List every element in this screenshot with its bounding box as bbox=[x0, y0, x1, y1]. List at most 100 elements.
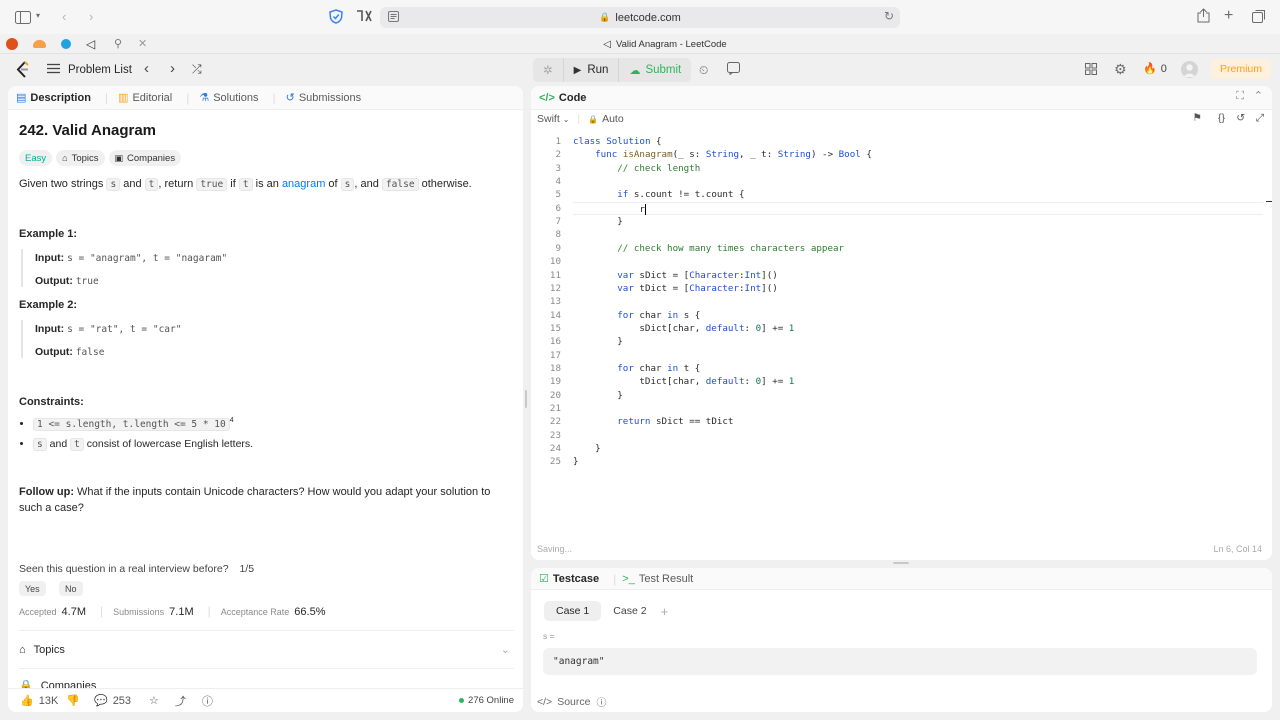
problem-title[interactable]: 242. Valid Anagram bbox=[19, 122, 514, 139]
code-line[interactable]: if s.count != t.count { bbox=[573, 188, 744, 201]
seen-count: 1/5 bbox=[239, 562, 255, 575]
bookmark-icon[interactable]: ⚑ bbox=[1193, 112, 1202, 124]
active-tab[interactable]: ◁ Valid Anagram - LeetCode bbox=[540, 37, 790, 51]
reset-icon[interactable]: ↺ bbox=[1236, 112, 1245, 124]
collapse-icon[interactable]: ⌃ bbox=[1254, 89, 1263, 102]
anagram-link[interactable]: anagram bbox=[282, 178, 325, 190]
settings-gear-icon[interactable]: ⚙ bbox=[1114, 61, 1127, 78]
expand-code-icon[interactable]: ⤢ bbox=[1256, 112, 1264, 125]
follow-up-label: Follow up: bbox=[19, 485, 74, 498]
reader-icon[interactable] bbox=[388, 11, 399, 25]
star-icon[interactable]: ☆ bbox=[149, 694, 159, 707]
help-icon[interactable]: ⓘ bbox=[202, 693, 213, 709]
code-line[interactable]: var tDict = [Character:Int]() bbox=[573, 282, 778, 295]
add-case-icon[interactable]: + bbox=[661, 604, 669, 619]
source-link[interactable]: </> Source ⓘ bbox=[537, 694, 606, 710]
mic-favicon-icon[interactable]: ⚲ bbox=[114, 37, 122, 50]
tab-description[interactable]: ▤ Description bbox=[16, 91, 91, 105]
accepted-value: 4.7M bbox=[61, 606, 86, 618]
reload-icon[interactable]: ↻ bbox=[884, 9, 894, 23]
tab-submissions[interactable]: ↺ Submissions bbox=[286, 91, 362, 105]
code-line[interactable]: var sDict = [Character:Int]() bbox=[573, 269, 778, 282]
problem-stats: Accepted 4.7M | Submissions 7.1M | Accep… bbox=[19, 604, 514, 618]
leetcode-logo-icon[interactable] bbox=[16, 61, 30, 81]
run-label: Run bbox=[587, 64, 609, 76]
code-line[interactable]: // check length bbox=[573, 162, 700, 175]
toolbar-divider: | bbox=[577, 113, 581, 125]
note-icon[interactable] bbox=[727, 62, 740, 75]
forward-icon[interactable]: › bbox=[89, 9, 93, 24]
blue-favicon-icon[interactable] bbox=[61, 39, 71, 49]
case-1-tab[interactable]: Case 1 bbox=[544, 601, 602, 621]
code-line[interactable]: } bbox=[573, 215, 623, 228]
back-icon[interactable]: ‹ bbox=[62, 9, 66, 24]
output-value: true bbox=[75, 276, 99, 287]
horizontal-resize-handle[interactable] bbox=[893, 562, 909, 564]
code-line[interactable]: r bbox=[573, 201, 1263, 216]
code-line[interactable]: class Solution { bbox=[573, 135, 662, 148]
shield-icon[interactable] bbox=[329, 9, 343, 24]
code-editor[interactable]: 1 class Solution {2 func isAnagram(_ s: S… bbox=[531, 128, 1272, 538]
code-line[interactable]: sDict[char, default: 0] += 1 bbox=[573, 322, 794, 335]
code-line[interactable]: for char in s { bbox=[573, 309, 700, 322]
extension-icon[interactable] bbox=[356, 9, 372, 23]
streak-value: 0 bbox=[1160, 62, 1167, 75]
topics-section[interactable]: ⌂ Topics ⌄ bbox=[19, 643, 514, 657]
chevron-down-icon[interactable]: ▾ bbox=[36, 11, 40, 20]
thumbs-down-icon[interactable]: 👎 bbox=[66, 694, 80, 707]
layout-icon[interactable] bbox=[1085, 63, 1097, 75]
streak-counter[interactable]: 🔥 0 bbox=[1143, 62, 1167, 76]
run-button[interactable]: ▶ Run bbox=[564, 58, 620, 82]
sidebar-toggle-icon[interactable] bbox=[14, 9, 32, 25]
code-line[interactable]: for char in t { bbox=[573, 362, 700, 375]
tab-test-result[interactable]: >_ Test Result bbox=[622, 573, 693, 585]
example-1-title: Example 1: bbox=[19, 228, 78, 240]
code-line[interactable]: } bbox=[573, 455, 579, 468]
comment-icon[interactable]: 💬 bbox=[94, 694, 108, 707]
thumbs-up-icon[interactable]: 👍 bbox=[20, 694, 34, 707]
shuffle-icon[interactable]: ⤮ bbox=[192, 62, 202, 77]
close-tab-icon[interactable]: ✕ bbox=[138, 37, 147, 50]
tab-editorial[interactable]: ▥ Editorial bbox=[118, 91, 172, 105]
avatar[interactable] bbox=[1181, 61, 1198, 78]
leetcode-favicon-icon[interactable]: ◁ bbox=[86, 37, 95, 51]
interview-question: Seen this question in a real interview b… bbox=[19, 561, 514, 577]
language-select[interactable]: Swift ⌄ bbox=[537, 113, 569, 125]
code-line[interactable]: tDict[char, default: 0] += 1 bbox=[573, 375, 794, 388]
tab-solutions[interactable]: ⚗ Solutions bbox=[199, 91, 258, 105]
share-icon[interactable] bbox=[1197, 8, 1210, 23]
statement-text: , and bbox=[354, 178, 379, 190]
code-line[interactable]: // check how many times characters appea… bbox=[573, 242, 844, 255]
prev-problem-icon[interactable]: ‹ bbox=[144, 60, 149, 77]
new-tab-icon[interactable]: + bbox=[1224, 7, 1233, 25]
code-line[interactable]: } bbox=[573, 389, 623, 402]
vertical-resize-handle[interactable] bbox=[525, 390, 527, 408]
format-braces-icon[interactable]: {} bbox=[1218, 112, 1225, 124]
code-line[interactable]: } bbox=[573, 335, 623, 348]
comments-count: 253 bbox=[112, 694, 132, 707]
premium-button[interactable]: Premium bbox=[1211, 59, 1271, 79]
submit-button[interactable]: ☁ Submit bbox=[619, 58, 691, 82]
tab-testcase[interactable]: ☑ Testcase bbox=[539, 572, 599, 586]
code-line[interactable]: } bbox=[573, 442, 601, 455]
autocomplete-toggle[interactable]: 🔒 Auto bbox=[588, 113, 624, 125]
testcase-input[interactable]: "anagram" bbox=[543, 648, 1257, 675]
next-problem-icon[interactable]: › bbox=[170, 60, 175, 77]
address-bar[interactable]: 🔒 leetcode.com ↻ bbox=[380, 7, 900, 28]
code-line[interactable]: return sDict == tDict bbox=[573, 415, 733, 428]
yes-button[interactable]: Yes bbox=[19, 581, 46, 596]
cloud-favicon-icon[interactable] bbox=[33, 40, 46, 48]
timer-icon[interactable]: ⏲ bbox=[699, 63, 708, 78]
problem-list-button[interactable]: Problem List bbox=[47, 63, 132, 77]
share-icon[interactable]: ⤴ bbox=[175, 693, 186, 709]
maximize-icon[interactable]: ⛶ bbox=[1236, 90, 1244, 103]
debug-icon[interactable]: ✲ bbox=[533, 58, 564, 82]
topics-tag[interactable]: ⌂ Topics bbox=[56, 150, 105, 166]
tab-overview-icon[interactable] bbox=[1252, 9, 1266, 23]
reddit-favicon-icon[interactable] bbox=[6, 38, 18, 50]
companies-tag[interactable]: ▣ Companies bbox=[108, 150, 182, 166]
case-2-tab[interactable]: Case 2 bbox=[601, 601, 658, 621]
line-number: 24 bbox=[549, 443, 561, 455]
no-button[interactable]: No bbox=[59, 581, 83, 596]
code-line[interactable]: func isAnagram(_ s: String, _ t: String)… bbox=[573, 148, 872, 161]
